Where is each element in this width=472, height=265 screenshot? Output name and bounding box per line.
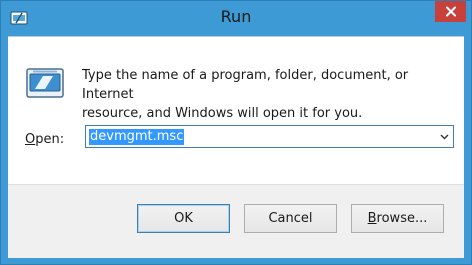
close-button[interactable] bbox=[435, 1, 466, 22]
ok-button[interactable]: OK bbox=[137, 204, 230, 233]
close-icon bbox=[445, 2, 457, 21]
title-bar[interactable]: Run bbox=[1, 1, 471, 35]
open-label: Open: bbox=[25, 132, 64, 147]
cancel-button[interactable]: Cancel bbox=[244, 204, 337, 233]
browse-label: rowse... bbox=[376, 211, 428, 226]
open-combobox[interactable]: devmgmt.msc bbox=[85, 125, 454, 148]
open-input-value[interactable]: devmgmt.msc bbox=[89, 129, 185, 145]
browse-accesskey: B bbox=[367, 211, 377, 226]
open-label-text: pen: bbox=[35, 132, 65, 147]
instructions-line-1: Type the name of a program, folder, docu… bbox=[82, 68, 409, 102]
browse-button[interactable]: Browse... bbox=[351, 204, 444, 233]
dialog-content: Type the name of a program, folder, docu… bbox=[8, 36, 464, 184]
open-label-accesskey: O bbox=[25, 132, 36, 147]
instructions-text: Type the name of a program, folder, docu… bbox=[82, 66, 454, 123]
run-dialog-window: Run Type the name of a program, folder, … bbox=[0, 0, 472, 265]
instructions-line-2: resource, and Windows will open it for y… bbox=[82, 106, 363, 121]
run-dialog-icon bbox=[25, 67, 65, 101]
chevron-down-icon[interactable] bbox=[436, 126, 453, 147]
window-title: Run bbox=[220, 7, 252, 26]
button-bar: OK Cancel Browse... bbox=[8, 184, 464, 258]
